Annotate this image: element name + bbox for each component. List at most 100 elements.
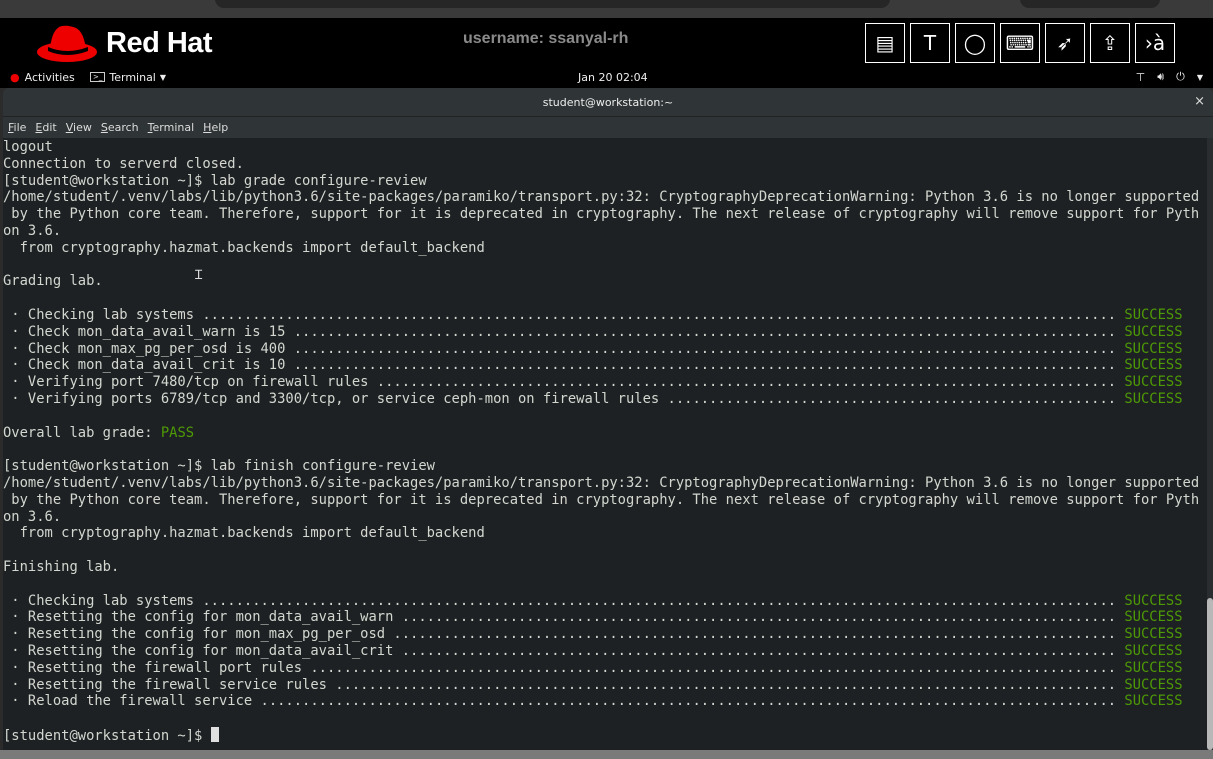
- menu-mnemonic: S: [100, 121, 108, 134]
- tool-button[interactable]: ◯: [955, 23, 995, 63]
- dot-leader: ........................................…: [326, 676, 1125, 693]
- check-label: · Resetting the firewall service rules: [3, 676, 327, 693]
- network-icon: ⊤: [1135, 70, 1146, 84]
- bottom-strip: [0, 750, 1213, 759]
- volume-icon: 🔊︎: [1157, 70, 1165, 83]
- terminal-line: Finishing lab.: [3, 559, 1199, 576]
- document-icon: ▤: [875, 31, 895, 55]
- menu-item[interactable]: Edit: [35, 121, 56, 134]
- terminal-line: · Checking lab systems .................…: [3, 593, 1199, 610]
- terminal-line: · Verifying port 7480/tcp on firewall ru…: [3, 374, 1199, 391]
- tool-button[interactable]: ⌨: [1000, 23, 1040, 63]
- tool-button[interactable]: ➶: [1045, 23, 1085, 63]
- line-text: logout: [3, 139, 53, 155]
- status-success: SUCCESS: [1124, 609, 1183, 626]
- terminal-cursor: [210, 726, 219, 742]
- terminal-line: [student@workstation ~]$ lab grade confi…: [3, 173, 1199, 190]
- browser-strip: [0, 0, 1213, 18]
- upload-laptop-icon: ⇪: [1101, 31, 1119, 55]
- scrollbar[interactable]: [1207, 138, 1213, 750]
- terminal-line: from cryptography.hazmat.backends import…: [3, 525, 1199, 542]
- text-cursor-icon: Ɪ: [195, 268, 203, 283]
- terminal-app-menu[interactable]: >_ Terminal ▼: [90, 71, 166, 84]
- status-success: SUCCESS: [1124, 642, 1183, 659]
- menu-label: earch: [107, 121, 139, 134]
- terminal-line: from cryptography.hazmat.backends import…: [3, 240, 1199, 257]
- status-success: SUCCESS: [1124, 676, 1183, 693]
- chevron-down-icon: ▼: [1196, 72, 1203, 82]
- terminal-line: · Check mon_max_pg_per_osd is 400 ......…: [3, 341, 1199, 358]
- dot-leader: ........................................…: [385, 626, 1125, 643]
- dot-leader: ........................................…: [302, 659, 1125, 676]
- menu-item[interactable]: File: [8, 121, 26, 134]
- line-text: from cryptography.hazmat.backends import…: [3, 525, 485, 542]
- dot-leader: ........................................…: [252, 693, 1125, 710]
- redhat-small-icon: ●: [10, 70, 20, 84]
- check-label: · Verifying ports 6789/tcp and 3300/tcp,…: [3, 390, 660, 407]
- status-success: SUCCESS: [1124, 374, 1183, 391]
- terminal-line: · Resetting the config for mon_data_avai…: [3, 609, 1199, 626]
- status-success: SUCCESS: [1124, 340, 1183, 357]
- window-titlebar: student@workstation:~ ×: [3, 88, 1213, 116]
- line-text: [student@workstation ~]$ lab finish conf…: [3, 458, 435, 475]
- line-text: on 3.6.: [3, 222, 62, 239]
- menu-label: erminal: [152, 121, 195, 134]
- line-text: Grading lab.: [3, 273, 103, 290]
- status-success: SUCCESS: [1124, 626, 1183, 643]
- redhat-logo: Red Hat: [36, 22, 213, 64]
- terminal-line: /home/student/.venv/labs/lib/python3.6/s…: [3, 475, 1199, 492]
- scrollbar-thumb[interactable]: [1207, 598, 1213, 750]
- menu-item[interactable]: Search: [101, 121, 139, 134]
- line-text: /home/student/.venv/labs/lib/python3.6/s…: [3, 189, 1200, 206]
- tool-button[interactable]: ›à: [1135, 23, 1175, 63]
- terminal-line: · Verifying ports 6789/tcp and 3300/tcp,…: [3, 391, 1199, 408]
- tool-button[interactable]: ⇪: [1090, 23, 1130, 63]
- terminal-line: · Resetting the config for mon_data_avai…: [3, 643, 1199, 660]
- toolbar: ▤ T ◯ ⌨ ➶ ⇪ ›à: [865, 23, 1175, 63]
- check-label: · Check mon_data_avail_warn is 15: [3, 323, 286, 340]
- terminal-output[interactable]: logout Connection to serverd closed. [stud…: [3, 138, 1213, 750]
- line-text: from cryptography.hazmat.backends import…: [3, 239, 485, 256]
- grade-result: PASS: [160, 424, 195, 441]
- check-label: · Check mon_data_avail_crit is 10: [3, 357, 286, 374]
- tool-button[interactable]: ▤: [865, 23, 905, 63]
- terminal-line: by the Python core team. Therefore, supp…: [3, 206, 1199, 223]
- system-menu[interactable]: ⊤ 🔊︎ ⏻ ▼: [1136, 70, 1203, 84]
- redhat-hat-icon: [37, 25, 97, 62]
- window-title: student@workstation:~: [542, 95, 674, 109]
- pointer-disabled-icon: ➶: [1056, 31, 1074, 55]
- menu-item[interactable]: View: [66, 121, 92, 134]
- browser-tab: [1020, 0, 1160, 8]
- terminal-line: by the Python core team. Therefore, supp…: [3, 492, 1199, 509]
- menu-item[interactable]: Terminal: [148, 121, 195, 134]
- terminal-line: Grading lab.: [3, 273, 1199, 290]
- terminal-line: · Check mon_data_avail_crit is 10 ......…: [3, 357, 1199, 374]
- terminal-line: Overall lab grade: PASS: [3, 425, 1199, 442]
- terminal-line: on 3.6.: [3, 223, 1199, 240]
- line-text: Overall lab grade:: [3, 424, 161, 441]
- line-text: Connection to serverd closed.: [3, 155, 244, 172]
- clock[interactable]: Jan 20 02:04: [578, 71, 648, 84]
- line-text: by the Python core team. Therefore, supp…: [3, 206, 1200, 223]
- lab-banner: Red Hat username: ssanyal-rh ▤ T ◯ ⌨ ➶ ⇪ ›à: [0, 18, 1213, 66]
- status-success: SUCCESS: [1124, 659, 1183, 676]
- terminal-line: · Resetting the firewall service rules .…: [3, 677, 1199, 694]
- status-success: SUCCESS: [1124, 693, 1183, 710]
- check-label: · Resetting the config for mon_max_pg_pe…: [3, 626, 386, 643]
- menu-item[interactable]: Help: [203, 121, 228, 134]
- menu-label: iew: [73, 121, 92, 134]
- status-success: SUCCESS: [1124, 357, 1183, 374]
- menu-label: dit: [42, 121, 57, 134]
- terminal-line: · Resetting the firewall port rules ....…: [3, 660, 1199, 677]
- line-text: Finishing lab.: [3, 558, 120, 575]
- refresh-icon: ◯: [963, 31, 987, 55]
- activities-button[interactable]: ● Activities: [10, 71, 75, 84]
- terminal-line: /home/student/.venv/labs/lib/python3.6/s…: [3, 189, 1199, 206]
- text-icon: T: [923, 31, 937, 55]
- close-icon[interactable]: ×: [1194, 94, 1205, 109]
- terminal-line: · Check mon_data_avail_warn is 15 ......…: [3, 324, 1199, 341]
- tool-button[interactable]: T: [910, 23, 950, 63]
